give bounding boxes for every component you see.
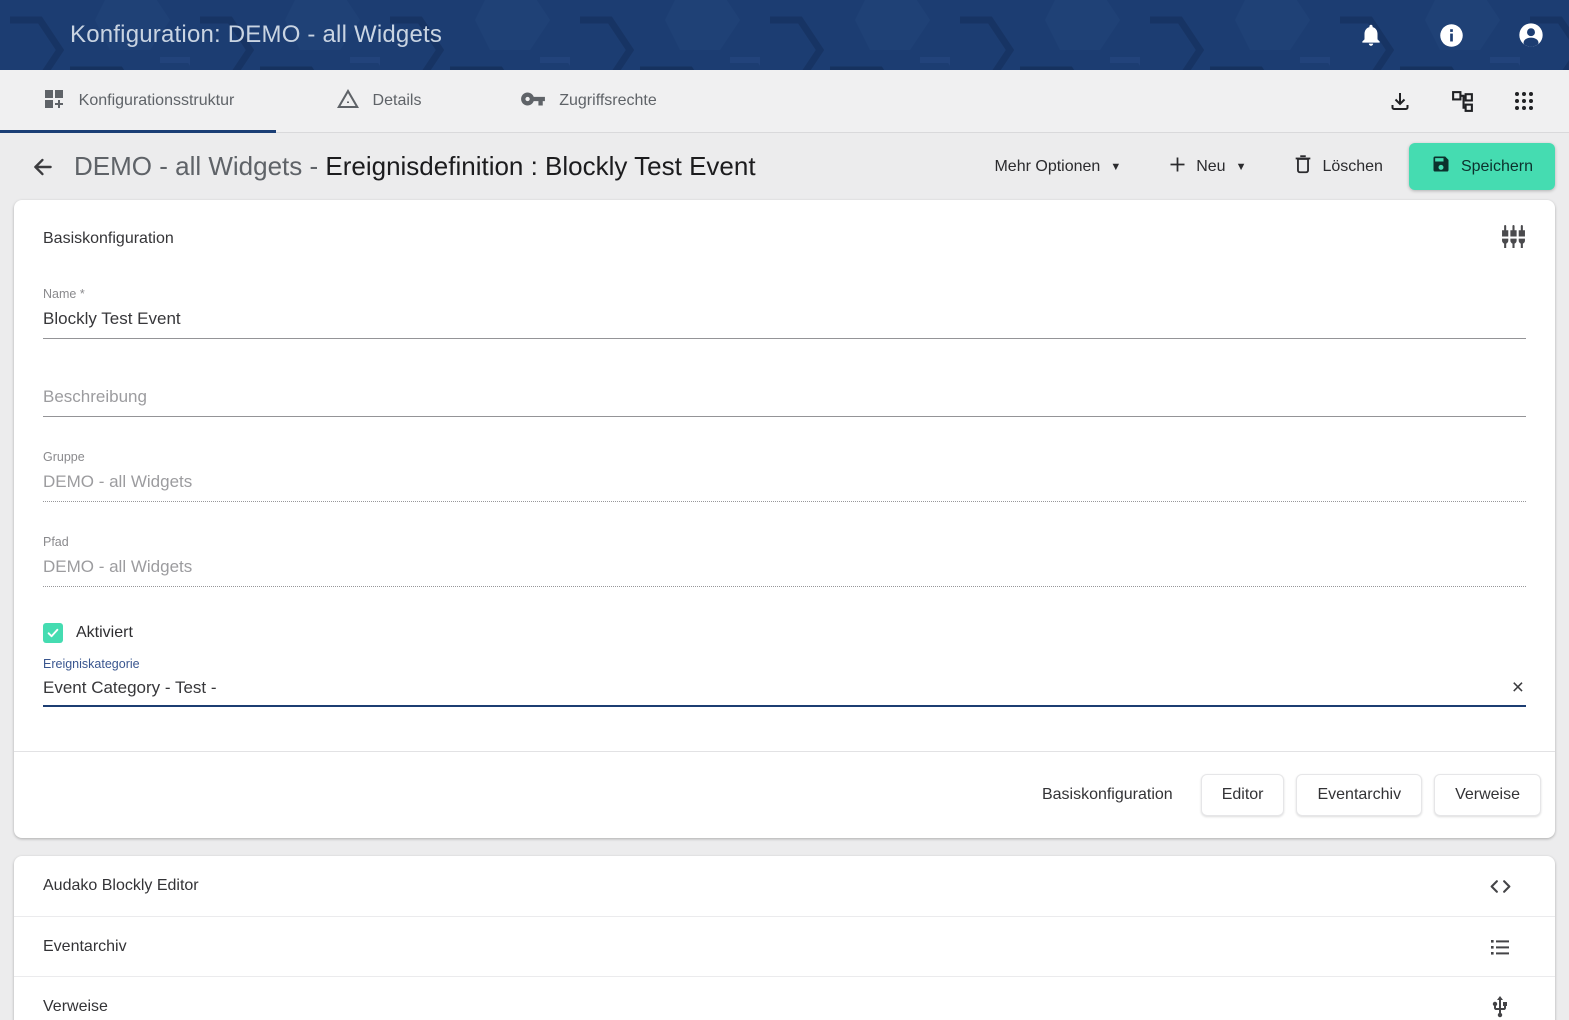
tab-zugriffsrechte[interactable]: Zugriffsrechte	[481, 70, 696, 132]
panel-audako-blockly-editor[interactable]: Audako Blockly Editor	[14, 856, 1555, 916]
nav-button-editor[interactable]: Editor	[1201, 774, 1285, 816]
apps-grid-icon[interactable]	[1511, 88, 1537, 114]
chevron-down-icon: ▼	[1110, 161, 1121, 173]
path-label: Pfad	[43, 535, 1526, 549]
group-input	[43, 470, 1526, 502]
app-title: Konfiguration: DEMO - all Widgets	[70, 21, 442, 49]
activated-label: Aktiviert	[76, 624, 133, 642]
bell-icon[interactable]	[1357, 21, 1385, 49]
tab-label: Details	[373, 92, 422, 110]
path-field-group: Pfad	[43, 535, 1526, 587]
dashboard-customize-icon	[42, 87, 66, 116]
trash-icon	[1292, 153, 1314, 180]
checkbox-checked-icon[interactable]	[43, 623, 63, 643]
name-field-group: Name *	[43, 287, 1526, 339]
account-icon[interactable]	[1517, 21, 1545, 49]
key-icon	[520, 86, 546, 117]
nav-label-basiskonfiguration: Basiskonfiguration	[1042, 786, 1173, 804]
plus-icon	[1167, 154, 1188, 180]
settings-input-icon[interactable]	[1501, 224, 1526, 254]
delete-button[interactable]: Löschen	[1286, 143, 1389, 190]
section-nav-footer: Basiskonfiguration Editor Eventarchiv Ve…	[14, 752, 1555, 838]
save-floppy-icon	[1431, 154, 1451, 179]
description-input[interactable]	[43, 385, 1526, 417]
tab-bar: Konfigurationsstruktur Details Zugriffsr…	[0, 70, 1569, 133]
nav-button-verweise[interactable]: Verweise	[1434, 774, 1541, 816]
usb-icon	[1487, 994, 1513, 1020]
nav-button-eventarchiv[interactable]: Eventarchiv	[1296, 774, 1422, 816]
chevron-down-icon: ▼	[1236, 161, 1247, 173]
app-header: Konfiguration: DEMO - all Widgets	[0, 0, 1569, 70]
description-field-group	[43, 385, 1526, 417]
page-title: DEMO - all Widgets - Ereignisdefinition …	[74, 151, 756, 182]
tab-label: Zugriffsrechte	[559, 92, 657, 110]
event-category-input[interactable]	[43, 678, 1510, 698]
panel-verweise[interactable]: Verweise	[14, 976, 1555, 1020]
warning-triangle-icon	[336, 87, 360, 116]
page-toolbar: DEMO - all Widgets - Ereignisdefinition …	[0, 133, 1569, 200]
entity-title: Ereignisdefinition : Blockly Test Event	[325, 151, 755, 181]
tab-konfigurationsstruktur[interactable]: Konfigurationsstruktur	[0, 70, 276, 132]
basiskonfiguration-card: Basiskonfiguration Name * Gruppe Pfad	[14, 200, 1555, 838]
save-button[interactable]: Speichern	[1409, 143, 1555, 190]
tree-structure-icon[interactable]	[1449, 88, 1475, 114]
tab-label: Konfigurationsstruktur	[79, 92, 235, 110]
code-icon	[1487, 873, 1513, 899]
panel-eventarchiv[interactable]: Eventarchiv	[14, 916, 1555, 976]
list-icon	[1487, 934, 1513, 960]
path-input	[43, 555, 1526, 587]
group-label: Gruppe	[43, 450, 1526, 464]
tab-details[interactable]: Details	[276, 70, 481, 132]
expansion-panels-card: Audako Blockly Editor Eventarchiv Verwei…	[14, 856, 1555, 1020]
breadcrumb: DEMO - all Widgets -	[74, 151, 325, 181]
new-button[interactable]: Neu ▼	[1161, 144, 1252, 190]
back-arrow-icon[interactable]	[26, 150, 60, 184]
name-label: Name *	[43, 287, 1526, 301]
event-category-field-group: Ereigniskategorie ×	[43, 657, 1526, 707]
name-input[interactable]	[43, 307, 1526, 339]
clear-icon[interactable]: ×	[1510, 677, 1526, 698]
group-field-group: Gruppe	[43, 450, 1526, 502]
event-category-label: Ereigniskategorie	[43, 657, 1526, 671]
section-title: Basiskonfiguration	[43, 230, 174, 248]
more-options-button[interactable]: Mehr Optionen ▼	[988, 148, 1127, 186]
info-icon[interactable]	[1437, 21, 1465, 49]
activated-checkbox-row[interactable]: Aktiviert	[43, 623, 1526, 643]
download-icon[interactable]	[1387, 88, 1413, 114]
